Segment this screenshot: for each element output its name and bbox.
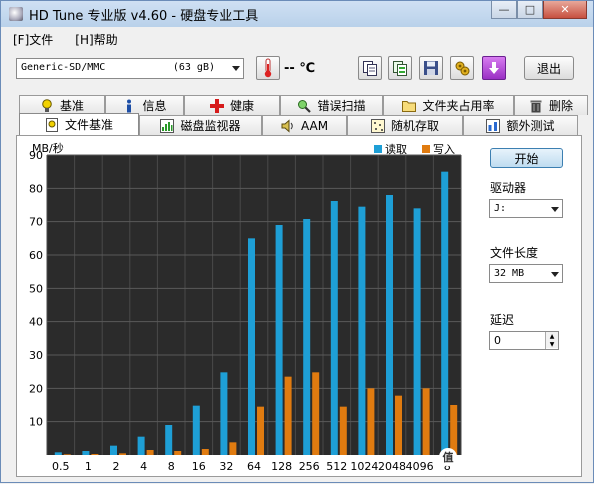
info-icon xyxy=(122,99,136,113)
delay-spin-buttons: ▲ ▼ xyxy=(545,332,558,349)
menu-file[interactable]: [F]文件 xyxy=(1,31,63,48)
watermark: 值 值 | 什么值得买 xyxy=(439,447,553,466)
thermometer-button[interactable] xyxy=(256,56,280,80)
save-icon xyxy=(424,61,438,75)
file-benchmark-icon xyxy=(45,117,59,132)
tab-error-scan[interactable]: 错误扫描 xyxy=(280,95,383,115)
app-window: HD Tune 专业版 v4.60 - 硬盘专业工具 — □ ✕ [F]文件 [… xyxy=(0,0,594,483)
options-button[interactable] xyxy=(450,56,474,80)
watermark-logo: 值 xyxy=(439,447,457,466)
drive-capacity: (63 gB) xyxy=(172,62,215,73)
drive-letter-value: J: xyxy=(494,203,507,214)
tab-row-bottom: 文件基准 磁盘监视器 AAM 随机存取 额外测试 xyxy=(19,113,578,135)
drive-select[interactable]: Generic-SD/MMC (63 gB) xyxy=(16,58,244,79)
tab-aam[interactable]: AAM xyxy=(262,115,347,135)
toolbar: Generic-SD/MMC (63 gB) -- ℃ 退出 xyxy=(1,53,593,85)
magnifier-icon xyxy=(297,99,312,113)
extra-tests-icon xyxy=(486,118,501,133)
tab-benchmark[interactable]: 基准 xyxy=(19,95,105,115)
tab-file-benchmark-label: 文件基准 xyxy=(64,118,113,132)
delay-spinbox[interactable]: 0 ▲ ▼ xyxy=(489,331,559,350)
tab-folder-usage-label: 文件夹占用率 xyxy=(422,99,495,113)
tab-info-label: 信息 xyxy=(142,99,167,113)
tab-erase-label: 删除 xyxy=(548,99,573,113)
window-controls: — □ ✕ xyxy=(491,1,587,19)
tab-benchmark-label: 基准 xyxy=(59,99,84,113)
copy-info-icon xyxy=(393,61,407,76)
download-icon xyxy=(489,62,499,74)
delay-label: 延迟 xyxy=(490,313,515,327)
tab-health-label: 健康 xyxy=(229,99,254,113)
thermometer-icon xyxy=(264,58,272,78)
random-access-icon xyxy=(370,118,385,133)
chevron-down-icon xyxy=(232,66,240,71)
tab-row-top: 基准 信息 健康 错误扫描 文件夹占用率 删除 xyxy=(19,95,588,115)
chevron-down-icon xyxy=(551,207,559,212)
file-length-label: 文件长度 xyxy=(490,246,539,260)
speaker-icon xyxy=(281,118,295,133)
drive-label: 驱动器 xyxy=(490,181,527,195)
app-logo-icon xyxy=(9,7,23,21)
copy-text-button[interactable] xyxy=(358,56,382,80)
tab-error-scan-label: 错误扫描 xyxy=(317,99,366,113)
drive-name: Generic-SD/MMC xyxy=(21,62,106,73)
tab-extra-tests-label: 额外测试 xyxy=(506,119,555,133)
trash-icon xyxy=(529,99,543,113)
menu-help[interactable]: [H]帮助 xyxy=(63,31,127,48)
file-length-value: 32 MB xyxy=(494,268,525,279)
copy-info-button[interactable] xyxy=(388,56,412,80)
maximize-button[interactable]: □ xyxy=(517,1,543,19)
lightbulb-icon xyxy=(40,98,54,113)
download-button[interactable] xyxy=(482,56,506,80)
tab-disk-monitor-label: 磁盘监视器 xyxy=(180,119,241,133)
disk-monitor-icon xyxy=(160,118,175,133)
spin-up-icon[interactable]: ▲ xyxy=(546,332,558,340)
temperature-readout: -- ℃ xyxy=(284,61,316,76)
tab-extra-tests[interactable]: 额外测试 xyxy=(463,115,578,135)
copy-text-icon xyxy=(363,61,377,76)
drive-letter-select[interactable]: J: xyxy=(489,199,563,218)
health-cross-icon xyxy=(209,98,224,113)
options-icon xyxy=(455,61,470,76)
menu-bar: [F]文件 [H]帮助 xyxy=(1,28,593,50)
tab-health[interactable]: 健康 xyxy=(184,95,280,115)
window-title: HD Tune 专业版 v4.60 - 硬盘专业工具 xyxy=(29,8,259,24)
tab-folder-usage[interactable]: 文件夹占用率 xyxy=(383,95,514,115)
folder-icon xyxy=(402,99,417,113)
spin-down-icon[interactable]: ▼ xyxy=(546,340,558,348)
tab-info[interactable]: 信息 xyxy=(105,95,184,115)
tab-random-access[interactable]: 随机存取 xyxy=(347,115,463,135)
start-button[interactable]: 开始 xyxy=(490,148,563,168)
save-button[interactable] xyxy=(419,56,443,80)
file-length-select[interactable]: 32 MB xyxy=(489,264,563,283)
tab-erase[interactable]: 删除 xyxy=(514,95,588,115)
exit-button[interactable]: 退出 xyxy=(524,56,574,80)
tab-random-access-label: 随机存取 xyxy=(390,119,439,133)
close-button[interactable]: ✕ xyxy=(543,1,587,19)
chevron-down-icon xyxy=(551,272,559,277)
delay-value: 0 xyxy=(494,334,501,347)
tab-file-benchmark[interactable]: 文件基准 xyxy=(19,113,139,135)
title-bar: HD Tune 专业版 v4.60 - 硬盘专业工具 — □ ✕ xyxy=(1,1,593,27)
tab-disk-monitor[interactable]: 磁盘监视器 xyxy=(139,115,262,135)
tab-aam-label: AAM xyxy=(300,118,329,133)
watermark-text: 值 | 什么值得买 xyxy=(461,451,553,466)
minimize-button[interactable]: — xyxy=(491,1,517,19)
